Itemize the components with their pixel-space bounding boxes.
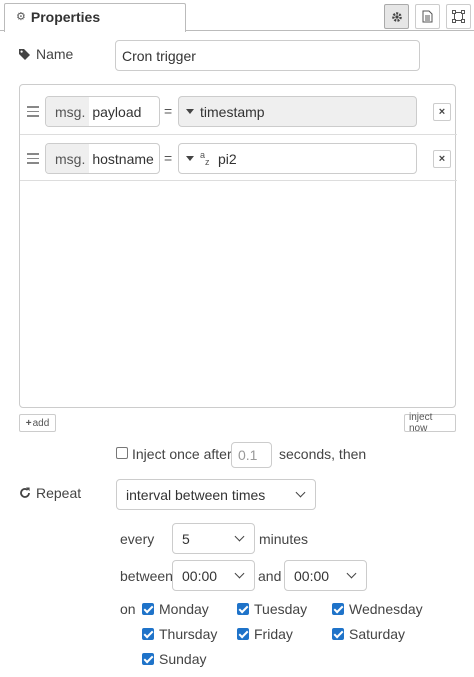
drag-handle-icon[interactable] — [27, 153, 39, 164]
property-key-input[interactable]: msg. hostname — [45, 143, 160, 174]
end-time-select[interactable]: 00:00 — [284, 560, 367, 591]
checkbox-checked-icon[interactable] — [142, 603, 154, 615]
cog-icon — [391, 11, 402, 22]
on-label: on — [120, 601, 136, 617]
inject-once-suffix: seconds, then — [279, 446, 367, 462]
tag-icon — [19, 48, 30, 60]
property-key-input[interactable]: msg. payload — [45, 96, 160, 127]
property-key: payload — [92, 103, 142, 120]
close-icon: × — [438, 153, 446, 165]
day-friday[interactable]: Friday — [237, 626, 293, 642]
property-value-input[interactable]: timestamp — [178, 96, 417, 127]
chevron-down-icon — [295, 487, 306, 498]
chevron-down-icon — [234, 568, 245, 579]
checkbox-checked-icon[interactable] — [142, 628, 154, 640]
plus-icon: + — [25, 417, 32, 429]
day-monday[interactable]: Monday — [142, 601, 209, 617]
every-label: every — [120, 531, 155, 547]
inject-once-label: Inject once after — [132, 446, 232, 462]
inject-now-button[interactable]: inject now — [404, 412, 456, 434]
interval-unit: minutes — [259, 531, 309, 547]
property-value-input[interactable]: az pi2 — [178, 143, 417, 174]
property-key: hostname — [92, 150, 154, 167]
inject-once-checkbox[interactable] — [116, 447, 128, 459]
checkbox-checked-icon[interactable] — [332, 603, 344, 615]
day-thursday[interactable]: Thursday — [142, 626, 217, 642]
drag-handle-icon[interactable] — [27, 106, 39, 117]
day-saturday[interactable]: Saturday — [332, 626, 405, 642]
row-divider — [20, 180, 457, 181]
interval-select[interactable]: 5 — [172, 523, 255, 554]
repeat-label: Repeat — [36, 485, 82, 501]
checkbox-checked-icon[interactable] — [237, 628, 249, 640]
add-button[interactable]: + add — [19, 414, 56, 432]
day-sunday[interactable]: Sunday — [142, 651, 206, 667]
tab-properties-label: Properties — [30, 9, 101, 25]
name-input[interactable]: Cron trigger — [115, 40, 420, 71]
string-az-icon: az — [200, 149, 210, 167]
msg-prefix: msg. — [46, 97, 90, 126]
property-value: pi2 — [218, 150, 237, 167]
equals-sign: = — [164, 150, 173, 166]
settings-tab-button[interactable] — [384, 4, 409, 29]
property-list: msg. payload = timestamp × msg. hostname… — [19, 84, 457, 408]
checkbox-checked-icon[interactable] — [142, 653, 154, 665]
and-label: and — [258, 568, 282, 584]
day-tuesday[interactable]: Tuesday — [237, 601, 307, 617]
inject-delay-input[interactable]: 0.1 — [231, 442, 272, 468]
caret-down-icon[interactable] — [186, 109, 194, 114]
checkbox-checked-icon[interactable] — [332, 628, 344, 640]
equals-sign: = — [164, 103, 173, 119]
name-input-value: Cron trigger — [122, 47, 196, 64]
document-icon — [422, 10, 433, 23]
remove-row-button[interactable]: × — [433, 103, 451, 121]
day-wednesday[interactable]: Wednesday — [332, 601, 423, 617]
tab-properties[interactable]: ⚙ Properties — [4, 3, 186, 32]
repeat-icon — [20, 487, 30, 498]
appearance-tab-button[interactable] — [446, 4, 471, 29]
description-tab-button[interactable] — [415, 4, 440, 29]
msg-prefix: msg. — [46, 144, 90, 173]
caret-down-icon[interactable] — [186, 156, 194, 161]
close-icon: × — [438, 106, 446, 118]
name-label: Name — [36, 46, 74, 62]
remove-row-button[interactable]: × — [433, 150, 451, 168]
name-label-group: Name — [18, 46, 73, 62]
row-divider — [20, 134, 457, 135]
property-value: timestamp — [200, 103, 265, 120]
repeat-label-group: Repeat — [19, 485, 81, 501]
chevron-down-icon — [346, 568, 357, 579]
checkbox-checked-icon[interactable] — [237, 603, 249, 615]
start-time-select[interactable]: 00:00 — [172, 560, 255, 591]
repeat-select[interactable]: interval between times — [116, 479, 316, 510]
frame-icon — [452, 10, 465, 23]
between-label: between — [120, 568, 173, 584]
chevron-down-icon — [234, 531, 245, 542]
gear-icon: ⚙ — [16, 11, 26, 23]
